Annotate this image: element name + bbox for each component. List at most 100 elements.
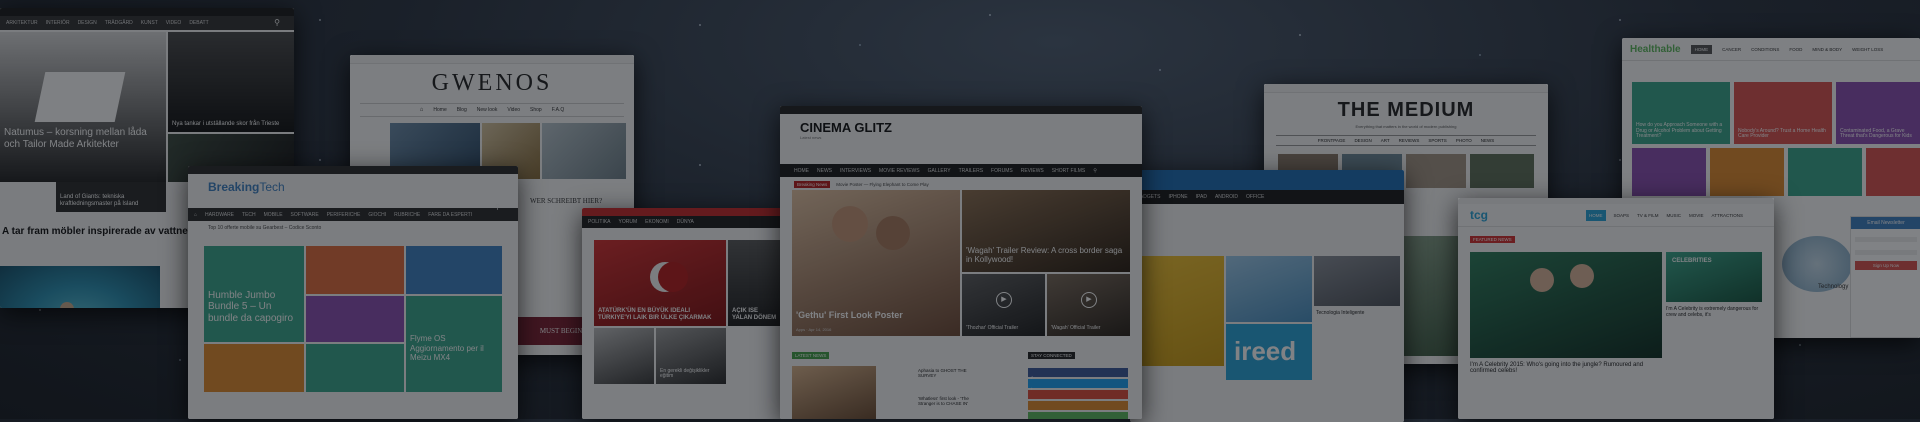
side-caption[interactable]: I'm A Celebrity is extremely dangerous f… bbox=[1666, 306, 1760, 318]
nav-item[interactable]: Blog bbox=[457, 107, 467, 113]
brand-tile[interactable]: ireed bbox=[1226, 324, 1312, 380]
nav-item[interactable]: Interviews bbox=[840, 168, 871, 174]
nav-item[interactable]: Weight Loss bbox=[1852, 47, 1883, 52]
signup-button[interactable]: Sign Up Now bbox=[1855, 261, 1917, 270]
news-item[interactable]: 'Whatless' first look - 'The Stranger is… bbox=[918, 396, 978, 406]
nav-item[interactable]: Photo bbox=[1456, 138, 1472, 143]
nav-item[interactable]: Cancer bbox=[1722, 47, 1741, 52]
hero-tile[interactable]: 'Gethu' First Look Poster Apps · Apr 14,… bbox=[792, 190, 960, 336]
nav-item[interactable]: Giochi bbox=[368, 212, 386, 218]
social-row[interactable] bbox=[1028, 401, 1128, 410]
search-icon[interactable]: ⚲ bbox=[495, 203, 500, 211]
video-tile[interactable]: ▶ 'Wagah' Official Trailer bbox=[1047, 274, 1130, 336]
play-icon[interactable]: ▶ bbox=[996, 292, 1012, 308]
nav-item[interactable]: Ipad bbox=[1196, 194, 1207, 200]
nav-item[interactable]: Design bbox=[78, 20, 97, 26]
hero-tile[interactable] bbox=[1470, 252, 1662, 358]
small-tile[interactable]: Land of Giants: tekniska kraftledningsma… bbox=[56, 182, 166, 212]
nav-item[interactable]: Debatt bbox=[189, 20, 208, 26]
nav-item[interactable]: Reviews bbox=[1399, 138, 1420, 143]
nav-item[interactable]: Gallery bbox=[928, 168, 951, 174]
site-logo[interactable]: Healthable bbox=[1630, 44, 1681, 55]
search-icon[interactable]: ⚲ bbox=[1093, 168, 1097, 174]
breaking-text[interactable]: Movie Poster — Flying Elephant to Come P… bbox=[836, 182, 929, 187]
news-item[interactable]: Aphasia to GHOST THE SURVEY bbox=[918, 368, 978, 378]
social-row-twitter[interactable]: t bbox=[1028, 379, 1128, 394]
nav-item[interactable]: F.A.Q bbox=[552, 107, 565, 113]
nav-item[interactable]: Movie Reviews bbox=[879, 168, 920, 174]
card-tile[interactable] bbox=[1632, 148, 1706, 196]
nav-item[interactable]: Mobile bbox=[264, 212, 283, 218]
site-logo[interactable]: GWENOS bbox=[350, 70, 634, 97]
nav-item[interactable]: Tv & Film bbox=[1637, 213, 1659, 218]
nav-item[interactable]: Office bbox=[1246, 194, 1264, 200]
feature-tile[interactable] bbox=[306, 344, 404, 392]
nav-item[interactable]: News bbox=[817, 168, 832, 174]
site-logo[interactable]: CINEMA GLITZ bbox=[800, 120, 1122, 135]
hero-tile[interactable] bbox=[542, 123, 626, 179]
search-icon[interactable]: ⚲ bbox=[274, 18, 280, 27]
nav-item[interactable]: Video bbox=[507, 107, 520, 113]
nav-item[interactable]: Trädgård bbox=[105, 20, 133, 26]
nav-item[interactable]: Food bbox=[1789, 47, 1802, 52]
hero-tile[interactable] bbox=[1134, 256, 1224, 366]
photo-tile[interactable] bbox=[594, 328, 654, 384]
nav-item[interactable]: Periferiche bbox=[327, 212, 361, 218]
nav-item[interactable]: Home bbox=[433, 107, 446, 113]
side-tile[interactable]: Celebrities bbox=[1666, 252, 1762, 302]
thumb-tile[interactable] bbox=[1470, 154, 1534, 188]
card-tile[interactable]: How do you Approach Someone with a Drug … bbox=[1632, 82, 1730, 144]
hero-tile[interactable]: Natumus – korsning mellan låda och Tailo… bbox=[0, 32, 166, 182]
nav-item[interactable]: Android bbox=[1215, 194, 1238, 200]
feature-tile[interactable] bbox=[306, 296, 404, 342]
nav-item[interactable]: Tech bbox=[242, 212, 256, 218]
card-tile[interactable]: Nobody's Around? Trust a Home Health Car… bbox=[1734, 82, 1832, 144]
nav-item[interactable]: Politika bbox=[588, 219, 611, 225]
nav-item[interactable]: Forums bbox=[991, 168, 1013, 174]
nav-item[interactable]: Video bbox=[166, 20, 182, 26]
nav-item[interactable]: Short Films bbox=[1052, 168, 1085, 174]
nav-item[interactable]: Reviews bbox=[1021, 168, 1044, 174]
social-row[interactable] bbox=[1028, 412, 1128, 419]
home-icon[interactable]: ⌂ bbox=[194, 212, 197, 218]
play-icon[interactable]: ▶ bbox=[1081, 292, 1097, 308]
nav-item[interactable]: Movie bbox=[1689, 213, 1704, 218]
nav-item[interactable]: Design bbox=[1354, 138, 1371, 143]
nav-item[interactable]: Home bbox=[1690, 44, 1713, 54]
photo-tile[interactable]: En gerekli değişiklikler eğitim bbox=[656, 328, 726, 384]
news-thumb[interactable] bbox=[792, 366, 876, 419]
card-tile[interactable] bbox=[1866, 148, 1920, 196]
nav-item[interactable]: Kunst bbox=[141, 20, 158, 26]
nav-item[interactable]: Music bbox=[1667, 213, 1682, 218]
video-tile[interactable]: ▶ 'Thozhar' Official Trailer bbox=[962, 274, 1045, 336]
site-logo[interactable]: tcg bbox=[1470, 208, 1488, 222]
nav-item[interactable]: Arkitektur bbox=[6, 20, 38, 26]
site-logo-part[interactable]: Tech bbox=[259, 180, 284, 194]
hero-caption[interactable]: I'm A Celebrity 2015: Who's going into t… bbox=[1470, 362, 1662, 374]
social-row-facebook[interactable]: f bbox=[1028, 368, 1128, 383]
site-logo[interactable]: THE MEDIUM bbox=[1264, 99, 1548, 122]
nav-item[interactable]: Conditions bbox=[1751, 47, 1779, 52]
nav-item[interactable]: Trailers bbox=[959, 168, 983, 174]
nav-item[interactable]: Home bbox=[794, 168, 809, 174]
feature-tile[interactable]: Humble Jumbo Bundle 5 – Un bundle da cap… bbox=[204, 246, 304, 342]
site-logo-part[interactable]: Breaking bbox=[208, 180, 259, 194]
feature-tile[interactable] bbox=[306, 246, 404, 294]
nav-item[interactable]: New look bbox=[477, 107, 498, 113]
news-ticker[interactable]: Top 10 offerte mobile su Gearbest – Codi… bbox=[188, 221, 518, 235]
card-tile[interactable] bbox=[1788, 148, 1862, 196]
feature-tile[interactable] bbox=[204, 344, 304, 392]
nav-item[interactable]: Mind & Body bbox=[1812, 47, 1842, 52]
nav-item[interactable]: Hardware bbox=[205, 212, 234, 218]
nav-item[interactable]: Shop bbox=[530, 107, 542, 113]
nav-item[interactable]: Attractions bbox=[1712, 213, 1743, 218]
side-tile[interactable]: Açık ise yalan dönem bbox=[728, 240, 782, 326]
social-row[interactable] bbox=[1028, 390, 1128, 399]
side-tile[interactable]: Nya tankar i utställande skor från Tries… bbox=[168, 32, 294, 132]
nav-item[interactable]: News bbox=[1481, 138, 1495, 143]
feature-tile[interactable]: Flyme OS Aggiornamento per il Meizu MX4 bbox=[406, 296, 502, 392]
nav-item[interactable]: Soaps bbox=[1614, 213, 1630, 218]
nav-item[interactable]: Yorum bbox=[619, 219, 638, 225]
card-tile[interactable] bbox=[1710, 148, 1784, 196]
nav-item[interactable]: Frontpage bbox=[1318, 138, 1346, 143]
